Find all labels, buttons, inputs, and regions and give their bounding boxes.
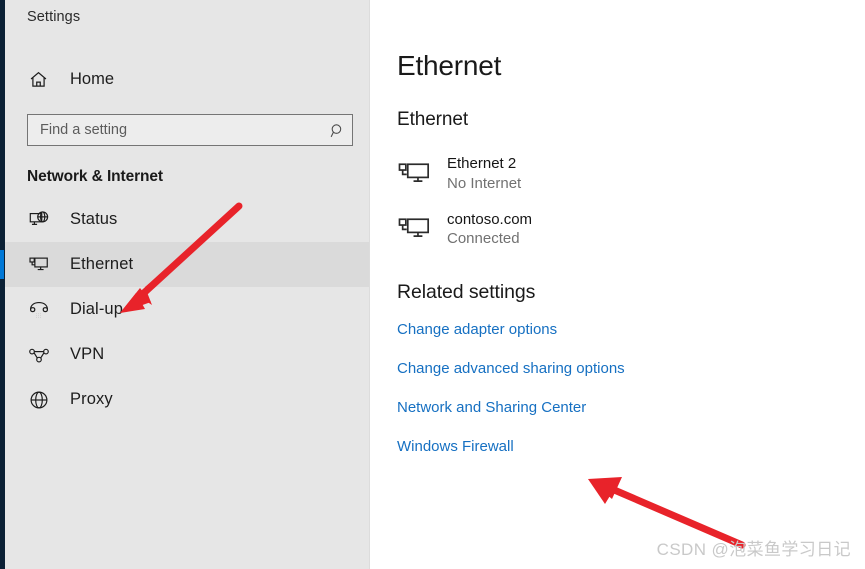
globe-monitor-icon	[25, 206, 53, 234]
related-settings-heading: Related settings	[397, 281, 536, 304]
sidebar-item-ethernet[interactable]: Ethernet	[0, 242, 369, 287]
sidebar-item-proxy-label: Proxy	[70, 390, 113, 408]
adapter-info: contoso.com Connected	[447, 210, 532, 250]
sidebar-item-status-label: Status	[70, 210, 118, 228]
link-network-and-sharing-center[interactable]: Network and Sharing Center	[397, 399, 586, 416]
related-settings-links: Change adapter options Change advanced s…	[397, 321, 865, 455]
adapter-name: contoso.com	[447, 210, 533, 228]
search-icon[interactable]	[322, 115, 352, 145]
sidebar-item-dial-up-label: Dial-up	[70, 300, 123, 318]
sidebar-item-status[interactable]: Status	[5, 197, 369, 242]
phone-handset-icon	[25, 296, 53, 324]
settings-window: Settings Home Network & Internet	[0, 0, 865, 569]
csdn-watermark: CSDN @泡菜鱼学习日记	[656, 540, 851, 559]
link-windows-firewall[interactable]: Windows Firewall	[397, 438, 514, 455]
adapter-status: Connected	[447, 230, 520, 248]
adapter-name: Ethernet 2	[447, 155, 517, 172]
sidebar-item-home[interactable]: Home	[5, 62, 369, 96]
adapter-status: No Internet	[447, 174, 522, 192]
settings-sidebar: Settings Home Network & Internet	[0, 0, 370, 569]
ethernet-monitor-icon	[25, 251, 53, 279]
sidebar-nav-list: Status Ethernet Dial-up VPN Proxy	[0, 197, 369, 422]
sidebar-item-ethernet-label: Ethernet	[70, 255, 134, 273]
ethernet-monitor-icon	[397, 156, 435, 192]
link-change-advanced-sharing-options[interactable]: Change advanced sharing options	[397, 360, 625, 377]
page-title: Ethernet	[397, 50, 502, 81]
sidebar-item-dial-up[interactable]: Dial-up	[5, 287, 369, 332]
adapter-info: Ethernet 2 No Internet	[447, 154, 521, 194]
ethernet-monitor-icon	[397, 211, 435, 247]
home-icon	[25, 66, 51, 92]
sidebar-item-home-label: Home	[70, 69, 115, 88]
globe-icon	[25, 386, 53, 414]
vpn-connector-icon	[25, 341, 53, 369]
app-title: Settings	[27, 9, 81, 25]
link-change-adapter-options[interactable]: Change adapter options	[397, 321, 557, 338]
search-input[interactable]	[28, 115, 322, 145]
settings-content-pane: Ethernet Ethernet Ethernet 2 No Internet	[370, 0, 865, 569]
adapter-row[interactable]: contoso.com Connected	[397, 210, 865, 250]
sidebar-item-proxy[interactable]: Proxy	[5, 377, 369, 422]
search-box[interactable]	[27, 114, 353, 146]
ethernet-section-title: Ethernet	[397, 109, 469, 130]
sidebar-item-vpn[interactable]: VPN	[5, 332, 369, 377]
sidebar-item-vpn-label: VPN	[70, 345, 105, 363]
adapter-row[interactable]: Ethernet 2 No Internet	[397, 154, 865, 194]
adapter-list: Ethernet 2 No Internet contoso.com Conne…	[397, 154, 865, 249]
sidebar-section-header: Network & Internet	[27, 168, 163, 185]
